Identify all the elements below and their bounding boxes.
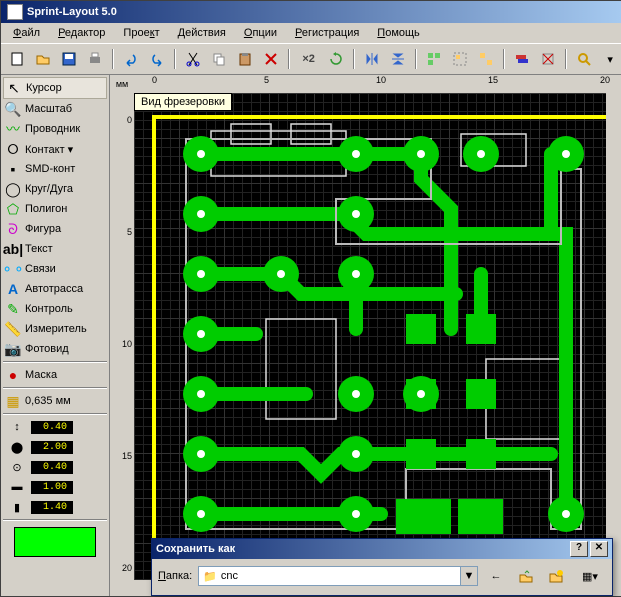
tool-text[interactable]: ab|Текст: [3, 239, 107, 259]
pad-outer[interactable]: ⬤2.00: [3, 437, 107, 457]
mirror-v-button[interactable]: [386, 46, 410, 72]
ruler-horizontal: 0 5 10 15 20: [134, 75, 606, 94]
new-button[interactable]: [5, 46, 29, 72]
dialog-help-button[interactable]: ?: [570, 541, 588, 557]
zoom-icon: 🔍: [5, 101, 21, 117]
smd-h[interactable]: ▮1.40: [3, 497, 107, 517]
grid-icon: ▦: [5, 393, 21, 409]
folder-combo[interactable]: 📁 cnc ▼: [198, 566, 478, 586]
circle-icon: ◯: [5, 181, 21, 197]
scrollbar-v[interactable]: [606, 93, 621, 580]
tool-mask[interactable]: ●Маска: [3, 365, 107, 385]
dialog-titlebar: Сохранить как ? ✕: [152, 539, 612, 559]
main-toolbar: ×2 ▾: [1, 43, 621, 75]
smd-w-icon: ▬: [5, 478, 29, 496]
canvas-area: мм 0 5 10 15 20 0 5 10 15 20: [110, 75, 621, 596]
combo-dropdown-button[interactable]: ▼: [461, 566, 478, 586]
pad-inner[interactable]: ⊙0.40: [3, 457, 107, 477]
pad-inner-icon: ⊙: [5, 458, 29, 476]
tool-polygon[interactable]: ⬠Полигон: [3, 199, 107, 219]
tool-cursor[interactable]: ↖Курсор: [3, 77, 107, 99]
cursor-icon: ↖: [6, 80, 22, 96]
dropdown-button[interactable]: ▾: [598, 46, 621, 72]
window-title: Sprint-Layout 5.0: [27, 6, 117, 18]
redo-button[interactable]: [145, 46, 169, 72]
color-swatch[interactable]: [14, 527, 96, 557]
group-button[interactable]: [448, 46, 472, 72]
remove-links-button[interactable]: [536, 46, 560, 72]
mask-icon: ●: [5, 367, 21, 383]
menu-file[interactable]: Файл: [5, 25, 48, 41]
trace-width[interactable]: ↕0.40: [3, 417, 107, 437]
open-button[interactable]: [31, 46, 55, 72]
duplicate-button[interactable]: ×2: [295, 46, 323, 72]
view-menu-button[interactable]: ▦▾: [574, 565, 606, 587]
check-icon: ✎: [5, 301, 21, 317]
delete-button[interactable]: [259, 46, 283, 72]
tool-shape[interactable]: ᘐФигура: [3, 219, 107, 239]
folder-value: cnc: [221, 570, 238, 582]
copy-button[interactable]: [207, 46, 231, 72]
folder-label: Папка:: [158, 570, 192, 582]
folder-icon: 📁: [203, 570, 217, 583]
shape-icon: ᘐ: [5, 221, 21, 237]
ruler-unit: мм: [110, 75, 135, 94]
grid-setting[interactable]: ▦0,635 мм: [3, 391, 107, 411]
tool-measure[interactable]: 📏Измеритель: [3, 319, 107, 339]
app-icon: [7, 4, 23, 20]
mirror-h-button[interactable]: [360, 46, 384, 72]
rotate-button[interactable]: [324, 46, 348, 72]
tool-pad[interactable]: ⭘Контакт ▾: [3, 139, 107, 159]
print-button[interactable]: [83, 46, 107, 72]
menu-options[interactable]: Опции: [236, 25, 285, 41]
dialog-close-button[interactable]: ✕: [590, 541, 608, 557]
save-as-dialog: Сохранить как ? ✕ Папка: 📁 cnc ▼ ← ▦▾: [151, 538, 613, 596]
undo-button[interactable]: [119, 46, 143, 72]
tool-autoroute[interactable]: AАвтотрасса: [3, 279, 107, 299]
camera-icon: 📷: [5, 341, 21, 357]
pcb-layout: [156, 119, 606, 574]
align-button[interactable]: [422, 46, 446, 72]
tool-smd[interactable]: ▪SMD-конт: [3, 159, 107, 179]
tool-check[interactable]: ✎Контроль: [3, 299, 107, 319]
menu-editor[interactable]: Редактор: [50, 25, 113, 41]
layers-button[interactable]: [510, 46, 534, 72]
tool-links[interactable]: ⚬⚬Связи: [3, 259, 107, 279]
tool-track[interactable]: 〰Проводник: [3, 119, 107, 139]
cut-button[interactable]: [181, 46, 205, 72]
pad-icon: ⭘: [5, 141, 21, 157]
menu-project[interactable]: Проект: [115, 25, 167, 41]
new-folder-button[interactable]: [544, 565, 568, 587]
up-button[interactable]: [514, 565, 538, 587]
tool-circle[interactable]: ◯Круг/Дуга: [3, 179, 107, 199]
tooltip: Вид фрезеровки: [134, 93, 232, 111]
save-button[interactable]: [57, 46, 81, 72]
smd-icon: ▪: [5, 161, 21, 177]
zoom-tool-button[interactable]: [572, 46, 596, 72]
smd-h-icon: ▮: [5, 498, 29, 516]
pcb-canvas[interactable]: Вид фрезеровки: [134, 93, 606, 580]
ruler-vertical: 0 5 10 15 20: [110, 93, 135, 580]
dialog-title: Сохранить как: [156, 543, 235, 555]
titlebar: Sprint-Layout 5.0: [1, 1, 621, 23]
tool-zoom[interactable]: 🔍Масштаб: [3, 99, 107, 119]
ruler-icon: 📏: [5, 321, 21, 337]
text-icon: ab|: [5, 241, 21, 257]
tool-panel: ↖Курсор 🔍Масштаб 〰Проводник ⭘Контакт ▾ ▪…: [1, 75, 110, 596]
menu-reg[interactable]: Регистрация: [287, 25, 367, 41]
menubar: Файл Редактор Проект Действия Опции Реги…: [1, 23, 621, 43]
track-icon: 〰: [5, 121, 21, 137]
menu-help[interactable]: Помощь: [369, 25, 428, 41]
trace-width-icon: ↕: [5, 418, 29, 436]
pad-outer-icon: ⬤: [5, 438, 29, 456]
paste-button[interactable]: [233, 46, 257, 72]
link-icon: ⚬⚬: [5, 261, 21, 277]
tool-photo[interactable]: 📷Фотовид: [3, 339, 107, 359]
auto-icon: A: [5, 281, 21, 297]
polygon-icon: ⬠: [5, 201, 21, 217]
menu-actions[interactable]: Действия: [170, 25, 234, 41]
back-button[interactable]: ←: [484, 565, 508, 587]
ungroup-button[interactable]: [474, 46, 498, 72]
smd-w[interactable]: ▬1.00: [3, 477, 107, 497]
